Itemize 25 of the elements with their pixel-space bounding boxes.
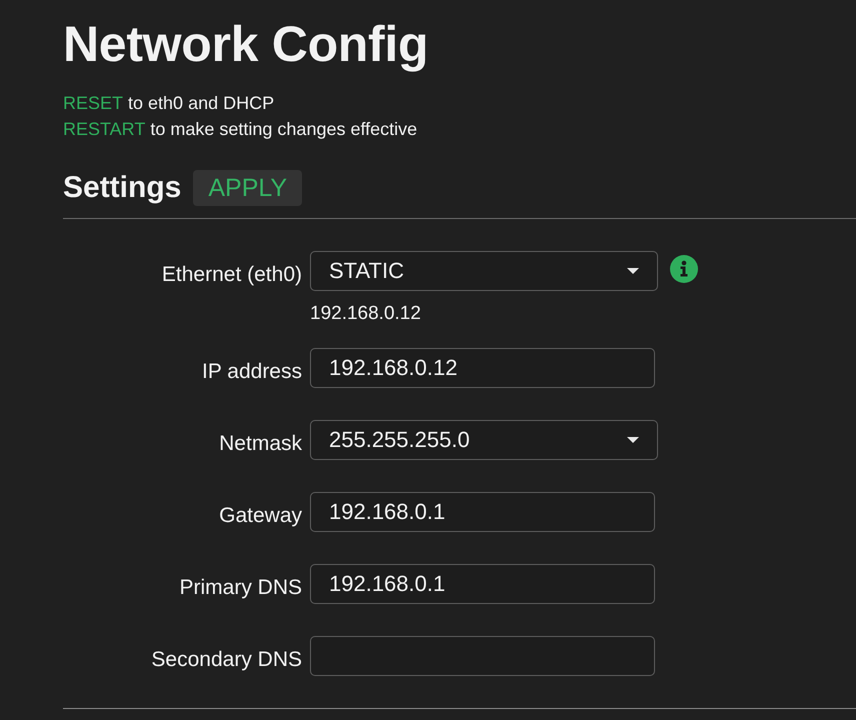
- section-heading: Settings: [63, 170, 182, 206]
- dropdown[interactable]: 255.255.255.0: [310, 420, 658, 460]
- dropdown[interactable]: STATIC: [310, 251, 658, 291]
- action-link[interactable]: RESET: [63, 90, 124, 116]
- input-field[interactable]: 192.168.0.12: [310, 348, 655, 388]
- field-label: Primary DNS: [179, 576, 302, 600]
- page-title: Network Config: [63, 15, 428, 74]
- input-field[interactable]: [310, 636, 655, 676]
- field-label: Netmask: [219, 432, 302, 456]
- field-label: IP address: [202, 360, 302, 384]
- input-field[interactable]: 192.168.0.1: [310, 564, 655, 604]
- note-text: to eth0 and DHCP: [128, 92, 274, 115]
- dropdown-value: STATIC: [329, 258, 404, 284]
- field-label: Gateway: [219, 504, 302, 528]
- input-field[interactable]: 192.168.0.1: [310, 492, 655, 532]
- caret-icon: [627, 437, 639, 443]
- dropdown-value: 255.255.255.0: [329, 427, 470, 453]
- apply-button[interactable]: APPLY: [193, 170, 302, 206]
- action-link[interactable]: RESTART: [63, 116, 146, 142]
- field-label: Ethernet (eth0): [162, 263, 302, 287]
- info-icon[interactable]: [670, 255, 698, 283]
- address-text: 192.168.0.12: [310, 303, 421, 325]
- note-text: to make setting changes effective: [150, 118, 418, 141]
- field-label: Secondary DNS: [151, 648, 302, 672]
- caret-icon: [627, 268, 639, 274]
